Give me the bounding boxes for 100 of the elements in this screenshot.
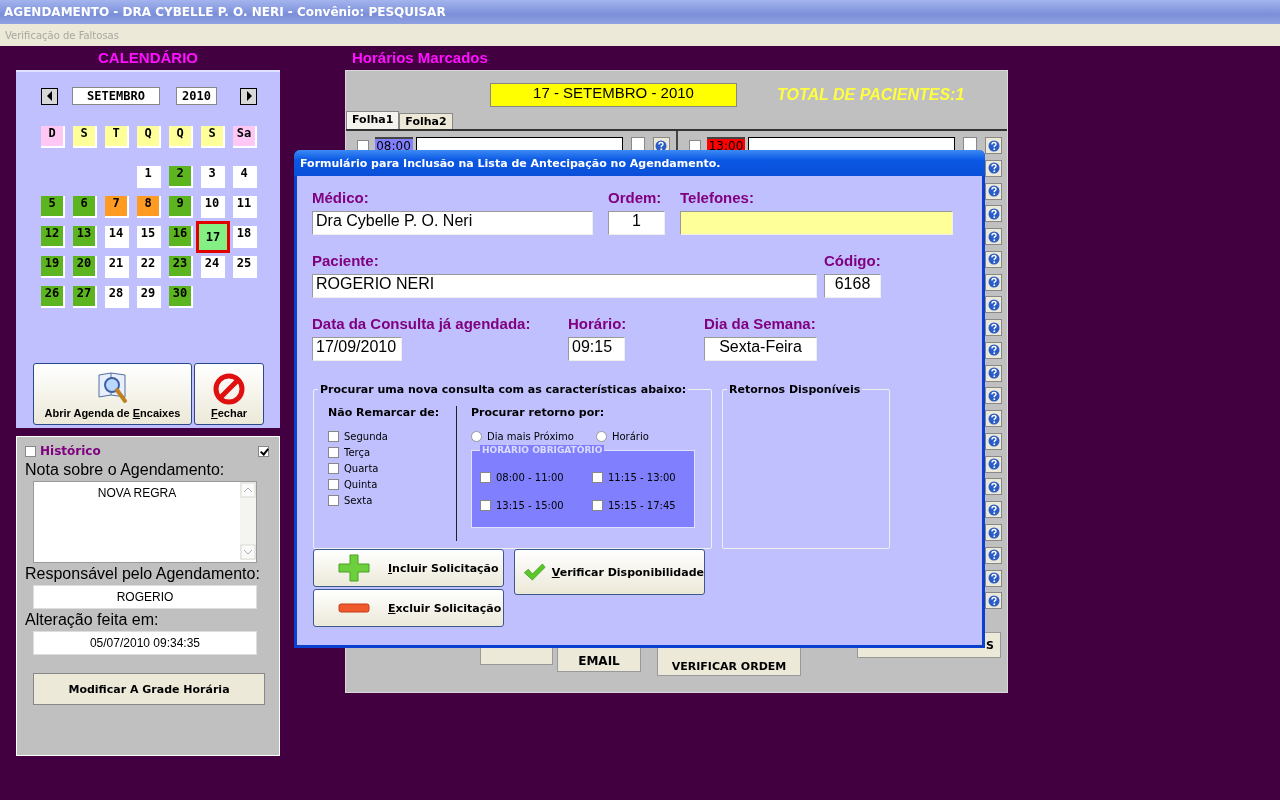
checkbox[interactable]	[480, 499, 491, 511]
responsible-field[interactable]: ROGERIO	[33, 585, 257, 609]
close-button[interactable]: Fechar	[194, 363, 264, 425]
calendar-day[interactable]: 15	[137, 226, 161, 248]
help-icon	[987, 367, 1000, 380]
open-schedule-button[interactable]: Abrir Agenda de Encaixes	[33, 363, 192, 425]
calendar-day[interactable]: 24	[201, 256, 225, 278]
help-button[interactable]	[985, 364, 1002, 382]
weekday-header: S	[201, 126, 225, 148]
help-button[interactable]	[985, 319, 1002, 337]
help-button[interactable]	[985, 432, 1002, 450]
help-button[interactable]	[985, 455, 1002, 473]
help-button[interactable]	[985, 250, 1002, 268]
calendar-day[interactable]: 11	[233, 196, 257, 218]
time-field[interactable]: 09:15	[568, 337, 625, 361]
previous-month-button[interactable]	[41, 87, 58, 105]
calendar-day[interactable]: 17	[196, 221, 230, 253]
calendar-day[interactable]: 9	[169, 196, 193, 218]
help-button[interactable]	[985, 228, 1002, 246]
checkbox[interactable]	[328, 462, 339, 474]
next-month-button[interactable]	[240, 87, 257, 105]
weekday-field[interactable]: Sexta-Feira	[704, 337, 817, 361]
field-label: Horário:	[568, 315, 628, 332]
calendar-day[interactable]: 1	[137, 166, 161, 188]
calendar-day[interactable]: 5	[41, 196, 65, 218]
help-button[interactable]	[985, 478, 1002, 496]
calendar-day[interactable]: 13	[73, 226, 97, 248]
history-label: Histórico	[40, 444, 101, 458]
calendar-day[interactable]: 18	[233, 226, 257, 248]
calendar-day[interactable]: 25	[233, 256, 257, 278]
sheet-tab[interactable]: Folha1	[346, 111, 400, 129]
calendar-day[interactable]: 28	[105, 286, 129, 308]
calendar-day[interactable]: 4	[233, 166, 257, 188]
checkbox[interactable]	[480, 471, 491, 483]
checkbox[interactable]	[328, 430, 339, 442]
order-field[interactable]: 1	[608, 211, 665, 235]
month-field[interactable]: SETEMBRO	[72, 87, 160, 105]
calendar-day[interactable]: 3	[201, 166, 225, 188]
help-button[interactable]	[985, 546, 1002, 564]
note-field[interactable]: NOVA REGRA	[33, 481, 257, 563]
calendar-day[interactable]: 7	[105, 196, 129, 218]
help-button[interactable]	[985, 137, 1002, 154]
calendar-day[interactable]: 14	[105, 226, 129, 248]
calendar-day[interactable]: 20	[73, 256, 97, 278]
help-button[interactable]	[985, 524, 1002, 541]
date-field[interactable]: 17/09/2010	[312, 337, 402, 361]
doctor-field[interactable]: Dra Cybelle P. O. Neri	[312, 211, 593, 235]
help-button[interactable]	[985, 273, 1002, 291]
checkbox[interactable]	[592, 471, 603, 483]
patient-field[interactable]: ROGERIO NERI	[312, 274, 817, 298]
phone-field[interactable]	[680, 211, 953, 235]
scrollbar[interactable]	[240, 482, 256, 560]
history-checkbox[interactable]	[25, 445, 36, 457]
calendar-day[interactable]: 22	[137, 256, 161, 278]
slot-checkbox[interactable]	[630, 137, 645, 151]
field-label: Dia da Semana:	[704, 315, 816, 332]
calendar-day[interactable]: 19	[41, 256, 65, 278]
help-button[interactable]	[985, 501, 1002, 519]
calendar-day[interactable]: 23	[169, 256, 193, 278]
year-field[interactable]: 2010	[176, 87, 217, 105]
help-button[interactable]	[985, 592, 1002, 610]
radio-button[interactable]	[471, 430, 482, 442]
include-button[interactable]: Incluir Solicitação	[313, 549, 504, 587]
help-button[interactable]	[985, 410, 1002, 428]
help-button[interactable]	[985, 182, 1002, 200]
help-button[interactable]	[985, 205, 1002, 223]
help-button[interactable]	[985, 569, 1002, 587]
field-label: Código:	[824, 252, 881, 269]
help-button[interactable]	[985, 159, 1002, 177]
modify-schedule-button[interactable]: Modificar A Grade Horária	[33, 673, 265, 705]
calendar-day[interactable]: 27	[73, 286, 97, 308]
calendar-day[interactable]: 21	[105, 256, 129, 278]
weekday-header: Q	[169, 126, 193, 148]
calendar-day[interactable]: 10	[201, 196, 225, 218]
help-button[interactable]	[985, 387, 1002, 405]
help-button[interactable]	[985, 341, 1002, 359]
calendar-day[interactable]: 6	[73, 196, 97, 218]
code-field[interactable]: 6168	[824, 274, 881, 298]
checkbox[interactable]	[592, 499, 603, 511]
help-icon	[987, 503, 1000, 516]
calendar-day[interactable]: 8	[137, 196, 161, 218]
calendar-day[interactable]: 2	[169, 166, 193, 188]
checkbox[interactable]	[328, 478, 339, 490]
checkbox[interactable]	[258, 445, 269, 457]
sheet-tab[interactable]: Folha2	[399, 113, 453, 129]
exclude-button[interactable]: Excluir Solicitação	[313, 589, 504, 627]
calendar-day[interactable]: 26	[41, 286, 65, 308]
calendar-day[interactable]: 16	[169, 226, 193, 248]
calendar-day[interactable]: 30	[169, 286, 193, 308]
changed-field[interactable]: 05/07/2010 09:34:35	[33, 631, 257, 655]
option-label: Dia mais Próximo	[487, 430, 574, 442]
option-label: Sexta	[344, 494, 373, 506]
calendar-day[interactable]: 29	[137, 286, 161, 308]
radio-button[interactable]	[595, 430, 607, 442]
slot-checkbox[interactable]	[963, 137, 977, 151]
checkbox[interactable]	[328, 494, 339, 506]
calendar-day[interactable]: 12	[41, 226, 65, 248]
checkbox[interactable]	[328, 446, 339, 458]
help-button[interactable]	[985, 296, 1002, 314]
check-availability-button[interactable]: Verificar Disponibilidade	[514, 549, 705, 595]
